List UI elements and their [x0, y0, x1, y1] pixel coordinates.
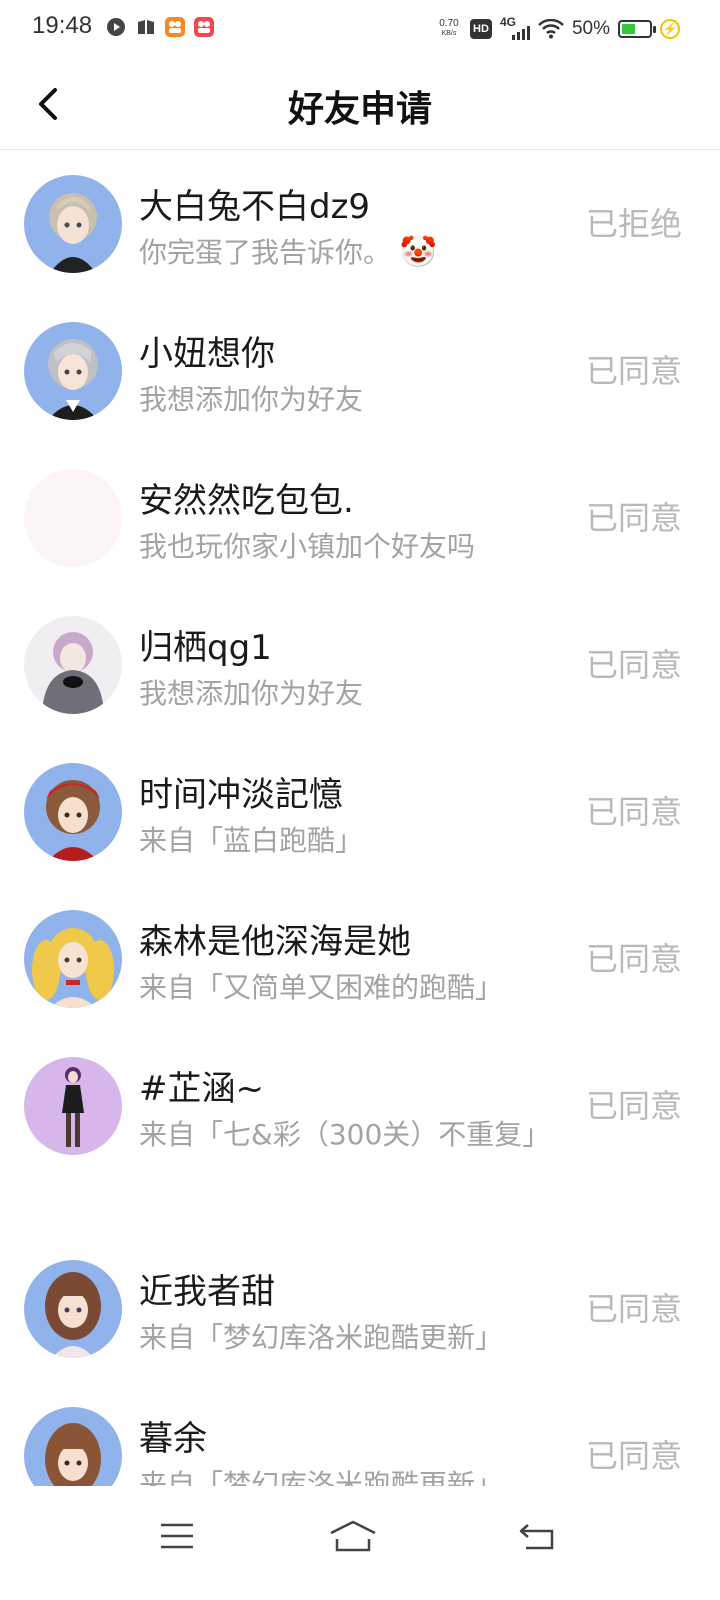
- charging-icon: ⚡: [660, 19, 680, 39]
- system-nav-bar: [0, 1486, 720, 1600]
- request-status: 已同意: [585, 499, 682, 537]
- list-item[interactable]: 小妞想你 我想添加你为好友 已同意: [0, 298, 720, 445]
- request-message: 来自「梦幻库洛米跑酷更新」: [139, 1321, 504, 1354]
- request-status: 已同意: [585, 352, 682, 390]
- cell-signal-icon: 4G: [500, 15, 530, 40]
- status-bar: 19:48 0.70 KB/s HD 4G 50% ⚡: [0, 0, 720, 58]
- nickname: 森林是他深海是她: [139, 922, 411, 962]
- list-item[interactable]: 森林是他深海是她 来自「又简单又困难的跑酷」 已同意: [0, 886, 720, 1033]
- request-status: 已同意: [585, 793, 682, 831]
- request-message: 来自「蓝白跑酷」: [139, 824, 364, 857]
- request-message: 我想添加你为好友: [139, 677, 364, 710]
- back-icon: [519, 1524, 554, 1550]
- avatar: [24, 1057, 122, 1155]
- request-status: 已同意: [585, 940, 682, 978]
- menu-icon: [161, 1523, 193, 1549]
- avatar: [24, 322, 122, 420]
- orange-app-icon: [165, 17, 185, 37]
- list-item[interactable]: 暮余 来自「梦幻库洛米跑酷更新」 已同意: [0, 1383, 720, 1486]
- list-item[interactable]: #芷涵~ 来自「七&彩（300关）不重复」 已同意: [0, 1033, 720, 1236]
- friend-request-list[interactable]: 大白兔不白dz9 你完蛋了我告诉你。 🤡 已拒绝 小妞想你 我想添加你为好友 已…: [0, 151, 720, 1486]
- net-speed: 0.70 KB/s: [436, 19, 462, 39]
- request-message: 我也玩你家小镇加个好友吗: [139, 530, 476, 563]
- status-time: 19:48: [32, 12, 93, 39]
- page-title: 好友申请: [287, 89, 432, 130]
- avatar: [24, 1260, 122, 1358]
- nickname: 时间冲淡記憶: [139, 775, 343, 815]
- request-message: 你完蛋了我告诉你。 🤡: [139, 225, 549, 281]
- avatar: [24, 1407, 122, 1486]
- nickname: 大白兔不白dz9: [139, 187, 371, 227]
- request-status: 已同意: [585, 1437, 682, 1475]
- nickname: 暮余: [139, 1419, 207, 1459]
- battery-icon: [618, 20, 656, 38]
- request-status: 已拒绝: [585, 205, 682, 243]
- list-item[interactable]: 安然然吃包包. 我也玩你家小镇加个好友吗 已同意: [0, 445, 720, 592]
- battery-percent: 50%: [571, 18, 610, 39]
- nickname: 安然然吃包包.: [139, 481, 354, 521]
- back-nav-button[interactable]: [502, 1506, 572, 1566]
- request-message: 我想添加你为好友: [139, 383, 364, 416]
- message-text: 你完蛋了我告诉你。: [139, 236, 392, 269]
- list-item[interactable]: 近我者甜 来自「梦幻库洛米跑酷更新」 已同意: [0, 1236, 720, 1383]
- nickname: #芷涵~: [139, 1069, 264, 1109]
- avatar: [24, 616, 122, 714]
- request-status: 已同意: [585, 1290, 682, 1328]
- net-speed-value: 0.70: [439, 18, 459, 29]
- video-app-icon: [106, 17, 126, 37]
- avatar: [24, 469, 122, 567]
- book-app-icon: [136, 17, 156, 37]
- list-item[interactable]: 大白兔不白dz9 你完蛋了我告诉你。 🤡 已拒绝: [0, 151, 720, 298]
- list-item[interactable]: 归栖qg1 我想添加你为好友 已同意: [0, 592, 720, 739]
- request-message: 来自「又简单又困难的跑酷」: [139, 971, 504, 1004]
- home-button[interactable]: [318, 1506, 388, 1566]
- nickname: 小妞想你: [139, 334, 275, 374]
- avatar: [24, 910, 122, 1008]
- clown-emoji: 🤡: [399, 235, 438, 270]
- request-status: 已同意: [585, 1087, 682, 1125]
- request-message: 来自「七&彩（300关）不重复」: [139, 1118, 551, 1151]
- request-message: 来自「梦幻库洛米跑酷更新」: [139, 1468, 504, 1486]
- menu-button[interactable]: [142, 1506, 212, 1566]
- home-icon: [330, 1520, 376, 1552]
- nickname: 归栖qg1: [139, 628, 272, 668]
- list-item[interactable]: 时间冲淡記憶 来自「蓝白跑酷」 已同意: [0, 739, 720, 886]
- avatar: [24, 763, 122, 861]
- hd-badge: HD: [469, 19, 492, 39]
- header: 好友申请: [0, 58, 720, 150]
- nickname: 近我者甜: [139, 1272, 275, 1312]
- red-app-icon: [194, 17, 214, 37]
- wifi-icon: [538, 19, 564, 39]
- net-speed-unit: KB/s: [441, 30, 457, 37]
- battery-level: [622, 24, 635, 34]
- avatar: [24, 175, 122, 273]
- request-status: 已同意: [585, 646, 682, 684]
